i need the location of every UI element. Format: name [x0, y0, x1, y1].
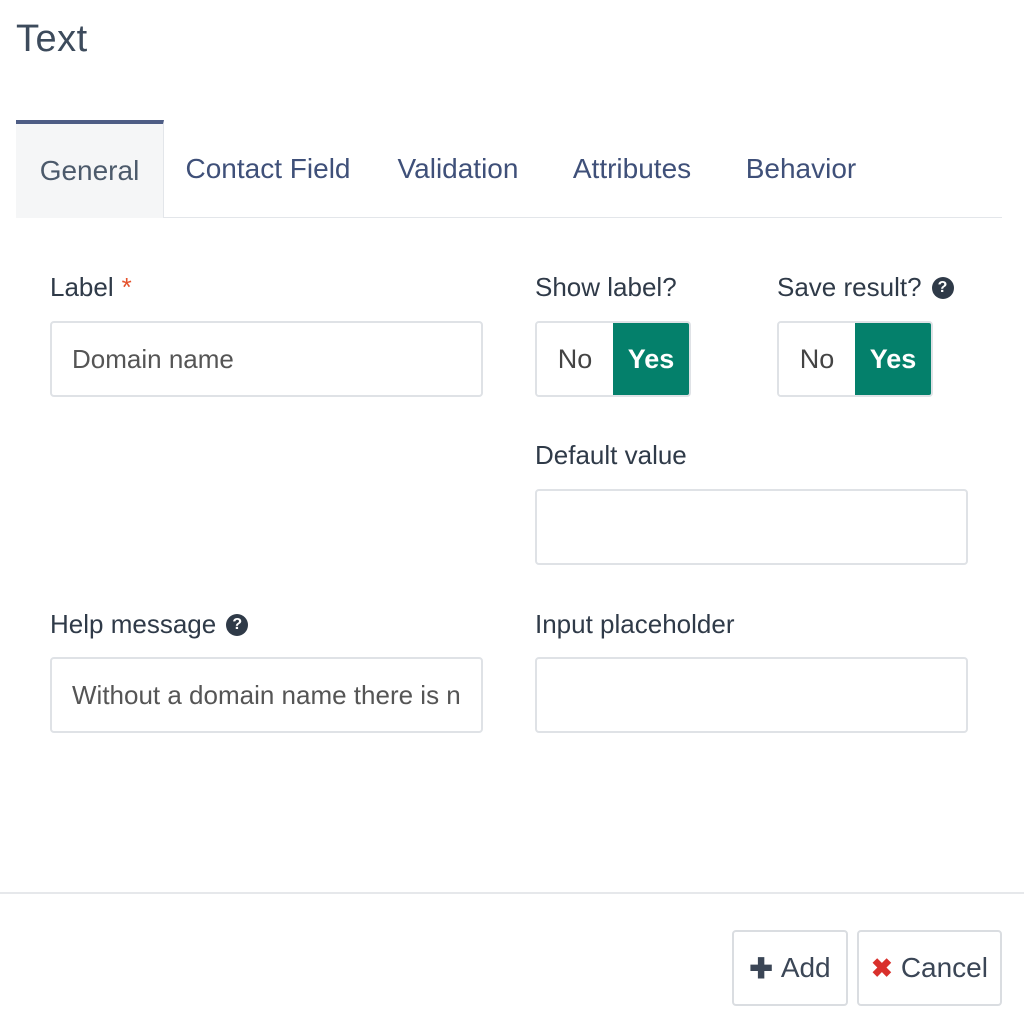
modal-title: Text	[16, 18, 88, 60]
save-result-label-text: Save result?	[777, 272, 922, 302]
label-field-label: Label *	[50, 272, 132, 303]
tab-behavior[interactable]: Behavior	[734, 120, 868, 218]
save-result-toggle: No Yes	[777, 321, 933, 397]
question-circle-icon[interactable]: ?	[226, 613, 249, 636]
tab-bar: General Contact Field Validation Attribu…	[16, 120, 1002, 218]
show-label-label: Show label?	[535, 272, 677, 302]
help-message-input[interactable]	[50, 657, 483, 733]
save-result-no-option[interactable]: No	[779, 323, 855, 395]
tab-validation[interactable]: Validation	[386, 120, 530, 218]
show-label-yes-option[interactable]: Yes	[613, 323, 689, 395]
tab-attributes[interactable]: Attributes	[560, 120, 704, 218]
cancel-button-label: Cancel	[900, 952, 988, 983]
footer-divider	[0, 892, 1024, 894]
default-value-input[interactable]	[535, 489, 968, 565]
save-result-yes-option[interactable]: Yes	[855, 323, 931, 395]
cancel-button[interactable]: ✖ Cancel	[857, 930, 1002, 1006]
tab-general[interactable]: General	[16, 120, 164, 218]
save-result-label: Save result? ?	[777, 272, 954, 303]
label-input[interactable]	[50, 321, 483, 397]
question-circle-icon[interactable]: ?	[931, 276, 954, 299]
default-value-label: Default value	[535, 440, 687, 470]
help-message-label: Help message ?	[50, 609, 249, 640]
x-icon: ✖	[871, 952, 893, 983]
label-field-label-text: Label	[50, 272, 114, 302]
add-button[interactable]: ✚ Add	[732, 930, 848, 1006]
input-placeholder-label: Input placeholder	[535, 609, 735, 639]
plus-icon: ✚	[749, 952, 773, 984]
input-placeholder-input[interactable]	[535, 657, 968, 733]
show-label-no-option[interactable]: No	[537, 323, 613, 395]
help-message-label-text: Help message	[50, 609, 217, 639]
tab-contact-field[interactable]: Contact Field	[180, 120, 356, 218]
show-label-toggle: No Yes	[535, 321, 691, 397]
required-marker: *	[121, 272, 132, 302]
add-button-label: Add	[780, 952, 831, 983]
